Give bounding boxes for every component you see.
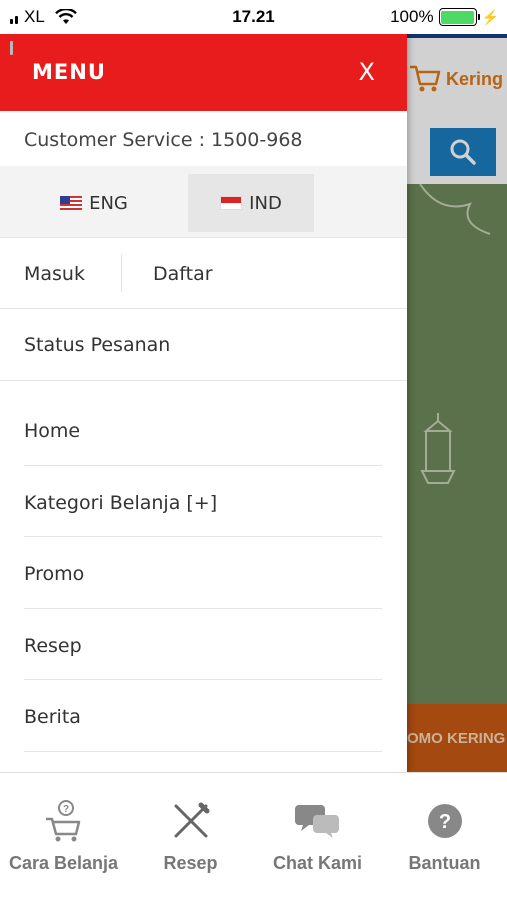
tab-bantuan[interactable]: ? Bantuan [381,799,507,874]
menu-item-promo[interactable]: Promo [24,537,382,609]
us-flag-icon [60,196,83,210]
auth-row: Masuk Daftar [0,238,407,309]
drawer-header: MENU X [0,34,407,111]
charging-icon: ⚡ [481,8,499,25]
tab-bantuan-label: Bantuan [408,853,481,873]
login-link[interactable]: Masuk [24,263,85,285]
cart-question-icon: ? [45,800,80,842]
language-ind-button[interactable]: IND [188,174,314,232]
language-eng-button[interactable]: ENG [0,174,188,232]
battery-percent: 100% [390,7,434,26]
language-switcher: ENG IND [0,166,407,238]
language-ind-label: IND [249,192,282,214]
menu-item-home[interactable]: Home [24,394,382,466]
tab-resep-label: Resep [163,853,218,873]
tab-chat-kami[interactable]: Chat Kami [254,799,381,874]
menu-item-kategori-belanja[interactable]: Kategori Belanja [+] [24,466,382,537]
tab-chat-kami-label: Chat Kami [272,853,362,873]
status-right: 100% ⚡ [390,7,499,27]
language-eng-label: ENG [89,192,128,214]
svg-text:?: ? [62,804,68,815]
close-button[interactable]: X [359,58,375,86]
svg-text:?: ? [438,811,450,833]
tab-cara-belanja[interactable]: ? Cara Belanja [0,799,127,874]
menu-item-resep[interactable]: Resep [24,609,382,680]
menu-item-berita[interactable]: Berita [24,680,382,752]
fork-knife-icon [174,802,209,838]
tab-resep[interactable]: Resep [127,799,254,874]
chat-bubbles-icon [294,805,339,838]
bottom-tab-bar: ? Cara Belanja Resep Chat Kami ? Bantuan [0,772,507,900]
id-flag-icon [220,196,243,210]
customer-service-info: Customer Service : 1500-968 [24,129,303,151]
status-bar: XL 17.21 100% ⚡ [0,0,507,55]
help-circle-icon: ? [427,804,462,838]
battery-icon [438,8,480,26]
order-status-link[interactable]: Status Pesanan [0,309,407,381]
auth-divider [121,254,122,292]
tab-cara-belanja-label: Cara Belanja [8,853,119,873]
register-link[interactable]: Daftar [153,263,213,285]
drawer-menu-list: Home Kategori Belanja [+] Promo Resep Be… [0,381,407,752]
drawer-title: MENU [32,60,106,84]
side-drawer: MENU X Customer Service : 1500-968 ENG I… [0,34,407,772]
